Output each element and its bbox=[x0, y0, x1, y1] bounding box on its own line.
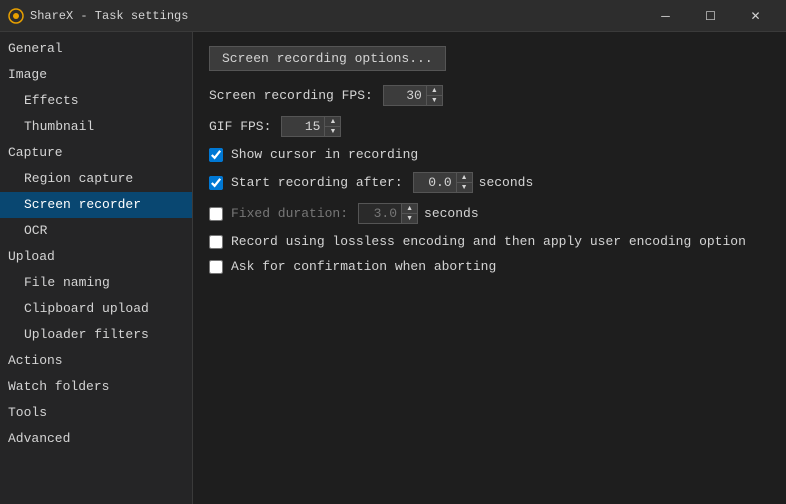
gif-fps-arrows: ▲ ▼ bbox=[324, 117, 340, 136]
gif-fps-label: GIF FPS: bbox=[209, 119, 271, 134]
screen-recording-options-button[interactable]: Screen recording options... bbox=[209, 46, 446, 71]
start-recording-seconds: seconds bbox=[479, 175, 534, 190]
start-recording-arrows: ▲ ▼ bbox=[456, 173, 472, 192]
start-recording-spinner[interactable]: ▲ ▼ bbox=[413, 172, 473, 193]
sidebar-item-screen-recorder[interactable]: Screen recorder bbox=[0, 192, 192, 218]
screen-recording-fps-input[interactable] bbox=[384, 86, 426, 105]
start-recording-input[interactable] bbox=[414, 173, 456, 192]
content-area: Screen recording options... Screen recor… bbox=[193, 32, 786, 504]
sidebar-item-tools[interactable]: Tools bbox=[0, 400, 192, 426]
window-title: ShareX - Task settings bbox=[30, 9, 643, 23]
gif-fps-spinner[interactable]: ▲ ▼ bbox=[281, 116, 341, 137]
ask-confirm-checkbox[interactable] bbox=[209, 260, 223, 274]
maximize-button[interactable]: ☐ bbox=[688, 0, 733, 32]
gif-fps-down[interactable]: ▼ bbox=[325, 127, 340, 136]
gif-fps-row: GIF FPS: ▲ ▼ bbox=[209, 116, 770, 137]
fixed-duration-checkbox[interactable] bbox=[209, 207, 223, 221]
screen-recording-fps-row: Screen recording FPS: ▲ ▼ bbox=[209, 85, 770, 106]
screen-recording-fps-arrows: ▲ ▼ bbox=[426, 86, 442, 105]
minimize-button[interactable]: ─ bbox=[643, 0, 688, 32]
ask-confirm-label: Ask for confirmation when aborting bbox=[231, 259, 496, 274]
fixed-duration-down[interactable]: ▼ bbox=[402, 214, 417, 223]
title-bar: ShareX - Task settings ─ ☐ ✕ bbox=[0, 0, 786, 32]
screen-recording-options-row: Screen recording options... bbox=[209, 46, 770, 71]
sidebar-item-file-naming[interactable]: File naming bbox=[0, 270, 192, 296]
screen-recording-fps-down[interactable]: ▼ bbox=[427, 96, 442, 105]
fixed-duration-seconds: seconds bbox=[424, 206, 479, 221]
start-recording-label: Start recording after: bbox=[231, 175, 403, 190]
sidebar-item-actions[interactable]: Actions bbox=[0, 348, 192, 374]
sidebar-item-general[interactable]: General bbox=[0, 36, 192, 62]
fixed-duration-label: Fixed duration: bbox=[231, 206, 348, 221]
start-recording-up[interactable]: ▲ bbox=[457, 173, 472, 183]
gif-fps-input[interactable] bbox=[282, 117, 324, 136]
app-icon bbox=[8, 8, 24, 24]
sidebar-item-thumbnail[interactable]: Thumbnail bbox=[0, 114, 192, 140]
sidebar-item-capture[interactable]: Capture bbox=[0, 140, 192, 166]
lossless-label: Record using lossless encoding and then … bbox=[231, 234, 746, 249]
fixed-duration-arrows: ▲ ▼ bbox=[401, 204, 417, 223]
fixed-duration-input[interactable] bbox=[359, 204, 401, 223]
lossless-checkbox[interactable] bbox=[209, 235, 223, 249]
lossless-row[interactable]: Record using lossless encoding and then … bbox=[209, 234, 770, 249]
sidebar-item-watch-folders[interactable]: Watch folders bbox=[0, 374, 192, 400]
show-cursor-row[interactable]: Show cursor in recording bbox=[209, 147, 770, 162]
show-cursor-label: Show cursor in recording bbox=[231, 147, 418, 162]
sidebar-item-region-capture[interactable]: Region capture bbox=[0, 166, 192, 192]
window-controls: ─ ☐ ✕ bbox=[643, 0, 778, 32]
fixed-duration-up[interactable]: ▲ bbox=[402, 204, 417, 214]
gif-fps-up[interactable]: ▲ bbox=[325, 117, 340, 127]
start-recording-row: Start recording after: ▲ ▼ seconds bbox=[209, 172, 770, 193]
show-cursor-checkbox[interactable] bbox=[209, 148, 223, 162]
fixed-duration-row: Fixed duration: ▲ ▼ seconds bbox=[209, 203, 770, 224]
sidebar: General Image Effects Thumbnail Capture … bbox=[0, 32, 193, 504]
sidebar-item-advanced[interactable]: Advanced bbox=[0, 426, 192, 452]
sidebar-item-effects[interactable]: Effects bbox=[0, 88, 192, 114]
screen-recording-fps-up[interactable]: ▲ bbox=[427, 86, 442, 96]
sidebar-item-ocr[interactable]: OCR bbox=[0, 218, 192, 244]
start-recording-checkbox[interactable] bbox=[209, 176, 223, 190]
close-button[interactable]: ✕ bbox=[733, 0, 778, 32]
sidebar-item-image[interactable]: Image bbox=[0, 62, 192, 88]
sidebar-item-clipboard-upload[interactable]: Clipboard upload bbox=[0, 296, 192, 322]
screen-recording-fps-spinner[interactable]: ▲ ▼ bbox=[383, 85, 443, 106]
start-recording-down[interactable]: ▼ bbox=[457, 183, 472, 192]
main-layout: General Image Effects Thumbnail Capture … bbox=[0, 32, 786, 504]
sidebar-item-upload[interactable]: Upload bbox=[0, 244, 192, 270]
screen-recording-fps-label: Screen recording FPS: bbox=[209, 88, 373, 103]
ask-confirm-row[interactable]: Ask for confirmation when aborting bbox=[209, 259, 770, 274]
fixed-duration-spinner[interactable]: ▲ ▼ bbox=[358, 203, 418, 224]
sidebar-item-uploader-filters[interactable]: Uploader filters bbox=[0, 322, 192, 348]
